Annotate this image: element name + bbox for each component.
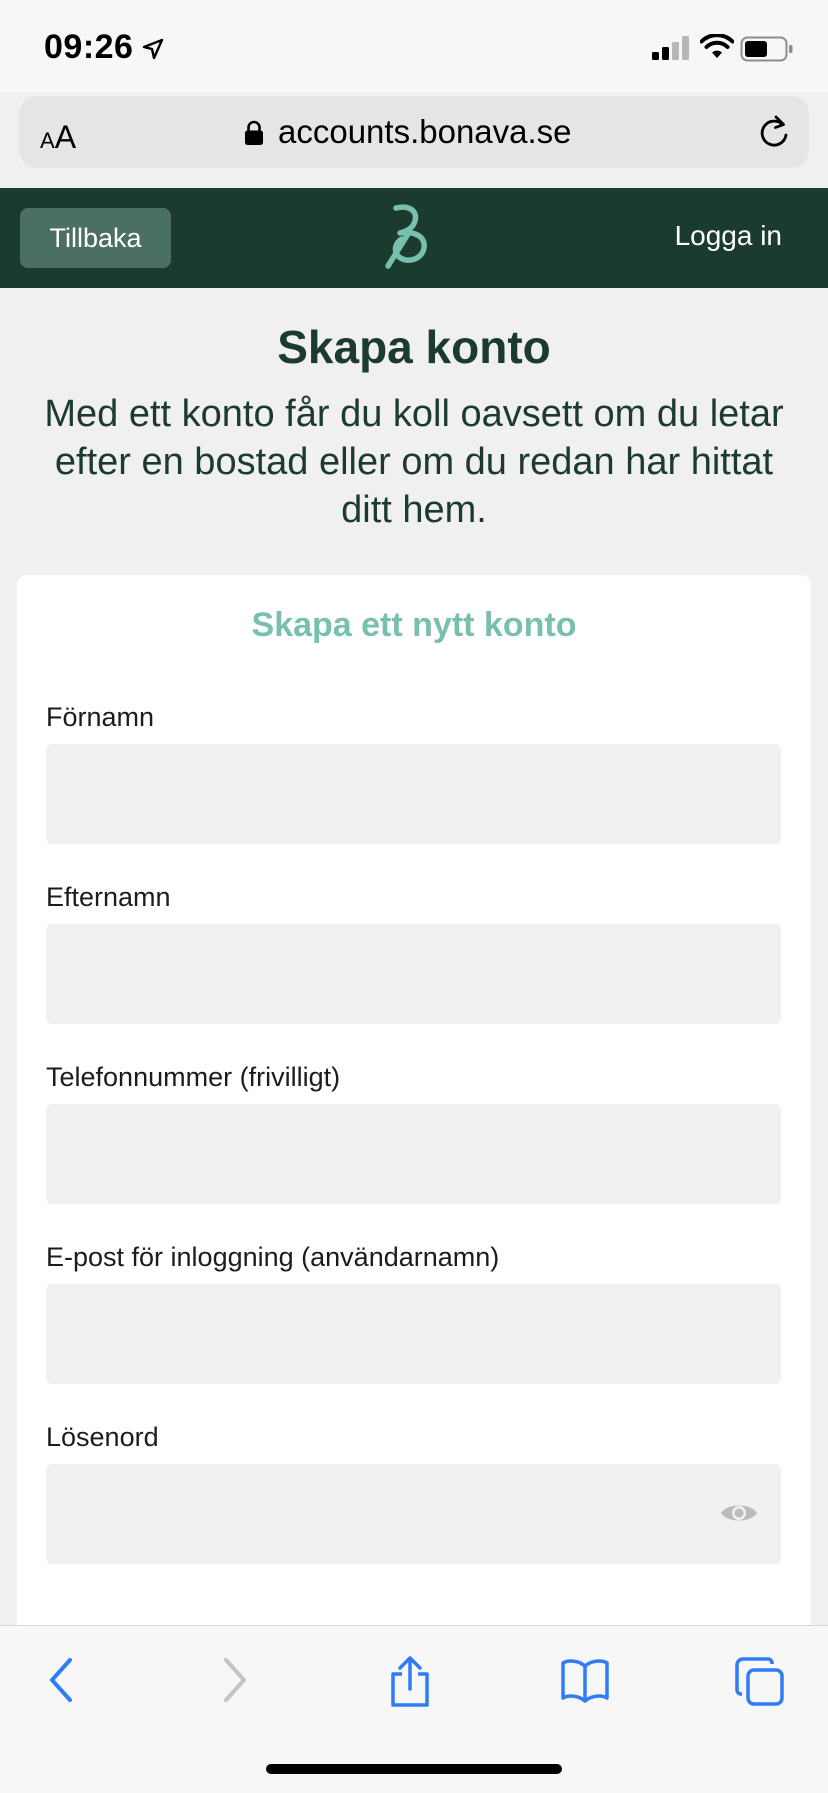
tabs-icon[interactable] xyxy=(734,1656,786,1708)
status-time: 09:26 xyxy=(44,28,134,66)
last-name-input[interactable] xyxy=(46,924,781,1024)
email-input[interactable] xyxy=(46,1284,781,1384)
first-name-label: Förnamn xyxy=(46,702,155,732)
last-name-label: Efternamn xyxy=(46,882,171,912)
bonava-logo[interactable] xyxy=(384,204,444,270)
lock-icon xyxy=(245,120,263,145)
reload-icon[interactable] xyxy=(757,114,791,150)
form-title: Skapa ett nytt konto xyxy=(251,606,577,644)
text-size-button[interactable]: AA xyxy=(40,119,76,156)
url-text[interactable]: accounts.bonava.se xyxy=(278,113,572,151)
password-input[interactable] xyxy=(46,1464,781,1564)
page-title: Skapa konto xyxy=(277,321,551,373)
eye-icon[interactable] xyxy=(720,1500,758,1526)
back-button[interactable]: Tillbaka xyxy=(20,208,171,268)
forward-icon[interactable] xyxy=(220,1656,250,1704)
battery-icon xyxy=(740,36,793,62)
login-link[interactable]: Logga in xyxy=(675,220,782,252)
location-arrow-icon xyxy=(142,38,164,60)
phone-input[interactable] xyxy=(46,1104,781,1204)
email-label: E-post för inloggning (användarnamn) xyxy=(46,1242,500,1272)
home-indicator xyxy=(266,1764,562,1774)
bookmarks-icon[interactable] xyxy=(560,1656,610,1704)
password-label: Lösenord xyxy=(46,1422,159,1452)
signal-icon xyxy=(652,36,689,60)
first-name-input[interactable] xyxy=(46,744,781,844)
back-icon[interactable] xyxy=(46,1656,76,1704)
share-icon[interactable] xyxy=(388,1656,432,1708)
phone-label: Telefonnummer (frivilligt) xyxy=(46,1062,341,1092)
wifi-icon xyxy=(700,34,734,58)
page-subtitle: Med ett konto får du koll oavsett om du … xyxy=(44,393,784,531)
